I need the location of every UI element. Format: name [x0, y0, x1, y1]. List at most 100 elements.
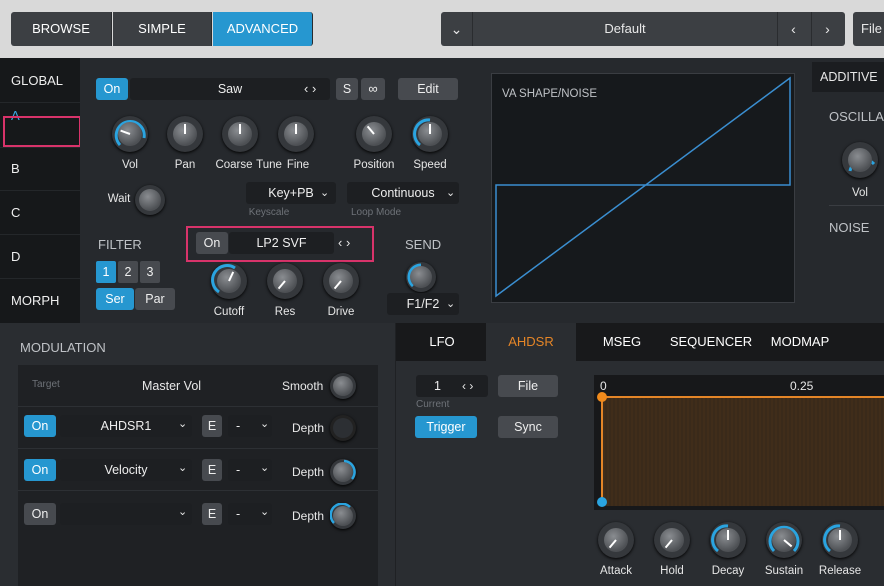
release-label: Release	[818, 565, 862, 577]
send-value: F1/F2	[406, 297, 440, 311]
chevron-down-icon: ⌄	[178, 506, 188, 518]
depth-knob[interactable]	[330, 459, 356, 485]
additive-vol-knob[interactable]	[842, 142, 878, 178]
tab-mseg[interactable]: MSEG	[582, 323, 662, 361]
tab-c[interactable]: C	[0, 191, 80, 235]
drive-knob[interactable]	[323, 263, 359, 299]
keyscale-value: Key+PB	[268, 186, 314, 200]
modulation-row: On ⌄ E - ⌄ Depth	[18, 493, 378, 535]
ser-button[interactable]: Ser	[96, 288, 134, 310]
mod-source-select[interactable]: Velocity	[60, 459, 192, 481]
wave-selector[interactable]: Saw	[130, 78, 330, 100]
modulation-target-row: Target Master Vol Smooth	[18, 365, 378, 407]
keyscale-label: Keyscale	[248, 207, 290, 218]
fine-knob[interactable]	[278, 116, 314, 152]
next-preset-icon[interactable]: ›	[811, 12, 843, 46]
mod-on-button[interactable]: On	[24, 415, 56, 437]
position-knob[interactable]	[356, 116, 392, 152]
sustain-knob[interactable]	[766, 522, 802, 558]
filter-3-button[interactable]: 3	[140, 261, 160, 283]
additive-vol-label: Vol	[852, 187, 868, 199]
tab-b[interactable]: B	[0, 147, 80, 191]
advanced-button[interactable]: ADVANCED	[213, 12, 313, 46]
filter-1-button[interactable]: 1	[96, 261, 116, 283]
tab-lfo[interactable]: LFO	[406, 323, 478, 361]
tab-d[interactable]: D	[0, 235, 80, 279]
par-button[interactable]: Par	[135, 288, 175, 310]
prev-preset-icon[interactable]: ‹	[777, 12, 809, 46]
e-button[interactable]: E	[202, 459, 222, 481]
mod-source-select[interactable]: AHDSR1	[60, 415, 192, 437]
smooth-knob[interactable]	[330, 373, 356, 399]
s-button[interactable]: S	[336, 78, 358, 100]
res-label: Res	[274, 306, 296, 318]
hold-label: Hold	[660, 565, 684, 577]
chevron-down-icon: ⌄	[446, 187, 456, 199]
file-menu-button[interactable]: File	[853, 12, 884, 46]
envelope-arrows-icon[interactable]: ‹ ›	[462, 375, 473, 397]
loop-mode-select[interactable]: Continuous	[347, 182, 459, 204]
depth-knob[interactable]	[330, 503, 356, 529]
preset-selector[interactable]: ⌄ Default ‹ ›	[441, 12, 845, 46]
chevron-down-icon[interactable]: ⌄	[441, 12, 473, 46]
attack-knob[interactable]	[598, 522, 634, 558]
e-button[interactable]: E	[202, 503, 222, 525]
mod-source-select[interactable]	[60, 503, 192, 525]
sustain-label: Sustain	[764, 565, 804, 577]
coarse-knob[interactable]	[222, 116, 258, 152]
cutoff-knob[interactable]	[211, 263, 247, 299]
mod-source-label: AHDSR1	[100, 419, 152, 433]
wave-arrows-icon[interactable]: ‹ ›	[304, 78, 316, 100]
mod-source-label: Velocity	[104, 463, 148, 477]
chevron-down-icon: ⌄	[178, 418, 188, 430]
loop-mode-label: Loop Mode	[350, 207, 402, 218]
mod-on-button[interactable]: On	[24, 459, 56, 481]
depth-knob[interactable]	[330, 415, 356, 441]
oscillator-title: OSCILLA	[829, 109, 884, 124]
res-knob[interactable]	[267, 263, 303, 299]
noise-title: NOISE	[829, 220, 870, 235]
tab-sequencer[interactable]: SEQUENCER	[666, 323, 756, 361]
tab-modmap[interactable]: MODMAP	[760, 323, 840, 361]
envelope-sustain-line	[601, 396, 884, 398]
fine-label: Fine	[286, 159, 310, 171]
release-knob[interactable]	[822, 522, 858, 558]
decay-knob[interactable]	[710, 522, 746, 558]
trigger-button[interactable]: Trigger	[415, 416, 477, 438]
envelope-start-handle[interactable]	[597, 497, 607, 507]
chevron-down-icon: ⌄	[320, 187, 330, 199]
envelope-handle[interactable]	[597, 392, 607, 402]
link-icon[interactable]: ∞	[361, 78, 385, 100]
simple-button[interactable]: SIMPLE	[113, 12, 212, 46]
tab-morph[interactable]: MORPH	[0, 279, 80, 323]
ruler-start: 0	[600, 379, 607, 393]
filter-2-button[interactable]: 2	[118, 261, 138, 283]
target-value[interactable]: Master Vol	[142, 379, 201, 393]
e-button[interactable]: E	[202, 415, 222, 437]
tab-additive[interactable]: ADDITIVE	[812, 62, 884, 92]
hold-knob[interactable]	[654, 522, 690, 558]
send-knob[interactable]	[406, 262, 436, 292]
chevron-down-icon: ⌄	[178, 462, 188, 474]
tab-ahdsr[interactable]: AHDSR	[486, 323, 576, 361]
graph-title: VA SHAPE/NOISE	[502, 88, 598, 100]
osc-on-button[interactable]: On	[96, 78, 128, 100]
mod-on-button[interactable]: On	[24, 503, 56, 525]
wave-label: Saw	[217, 82, 243, 96]
highlight-box	[3, 116, 81, 147]
pan-knob[interactable]	[167, 116, 203, 152]
edit-button[interactable]: Edit	[398, 78, 458, 100]
tune-label: Tune	[256, 159, 282, 171]
sync-button[interactable]: Sync	[498, 416, 558, 438]
wait-knob[interactable]	[135, 185, 165, 215]
ahdsr-file-button[interactable]: File	[498, 375, 558, 397]
speed-knob[interactable]	[412, 116, 448, 152]
pan-label: Pan	[174, 159, 196, 171]
speed-label: Speed	[413, 159, 447, 171]
decay-label: Decay	[711, 565, 745, 577]
vol-knob[interactable]	[112, 116, 148, 152]
envelope-number[interactable]: 1	[416, 375, 488, 397]
waveform-display[interactable]	[491, 73, 795, 303]
browse-button[interactable]: BROWSE	[11, 12, 112, 46]
preset-name[interactable]: Default	[475, 12, 775, 46]
